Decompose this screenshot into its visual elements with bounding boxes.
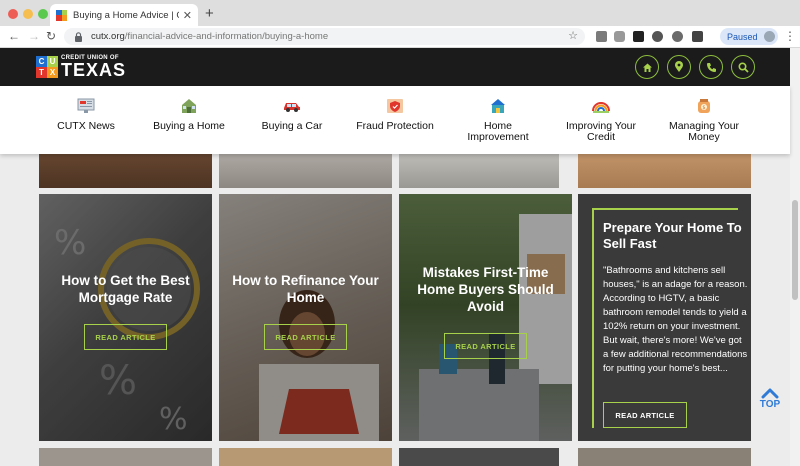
article-card[interactable]: How to Refinance Your Home READ ARTICLE: [219, 194, 392, 441]
read-article-button[interactable]: READ ARTICLE: [264, 324, 347, 350]
new-tab-icon[interactable]: +: [205, 5, 214, 22]
minimize-window-button[interactable]: [23, 9, 33, 19]
car-icon: [284, 103, 300, 112]
address-bar[interactable]: cutx.org/financial-advice-and-informatio…: [64, 28, 585, 45]
search-button[interactable]: [731, 55, 755, 79]
read-article-button[interactable]: READ ARTICLE: [84, 324, 167, 350]
back-to-top-button[interactable]: TOP: [757, 387, 783, 410]
article-card-partial[interactable]: [578, 448, 751, 466]
logo-title: TEXAS: [61, 60, 127, 80]
back-arrow-icon[interactable]: ←: [8, 29, 20, 43]
article-card[interactable]: Mistakes First-Time Home Buyers Should A…: [399, 194, 572, 441]
read-article-button[interactable]: READ ARTICLE: [444, 333, 527, 359]
nav-item-fraud-protection[interactable]: Fraud Protection: [350, 86, 440, 154]
rainbow-icon: [592, 102, 610, 113]
cutx-logo[interactable]: C U T X CREDIT UNION OF TEXAS: [36, 55, 126, 79]
home-improvement-icon: [491, 99, 505, 113]
money-jar-icon: $: [698, 99, 710, 113]
location-pin-icon: [675, 61, 683, 72]
more-menu-icon[interactable]: ⋮: [784, 29, 796, 43]
article-title[interactable]: How to Get the Best Mortgage Rate: [47, 272, 204, 306]
article-title[interactable]: How to Refinance Your Home: [227, 272, 384, 306]
bookmark-star-icon[interactable]: ☆: [568, 29, 578, 42]
profile-paused-button[interactable]: Paused: [720, 28, 778, 45]
article-grid: % % % How to Get the Best Mortgage Rate …: [0, 154, 790, 466]
lock-icon: [75, 31, 82, 42]
logo-letter: X: [47, 67, 58, 78]
nav-item-label: Buying a Car: [261, 120, 323, 132]
article-card-partial[interactable]: [39, 154, 212, 188]
home-button[interactable]: [635, 55, 659, 79]
extension-icon[interactable]: [652, 31, 663, 42]
house-icon: [182, 99, 196, 113]
category-nav: CUTX News Buying a Home Buying a Car Fra…: [0, 86, 790, 154]
read-article-button[interactable]: READ ARTICLE: [603, 402, 687, 428]
article-card-partial[interactable]: [399, 448, 559, 466]
logo-letter: C: [36, 56, 47, 67]
camera-extension-icon[interactable]: [614, 31, 625, 42]
feature-accent-line: [592, 208, 738, 210]
shield-icon: [387, 99, 403, 113]
article-card-partial[interactable]: [219, 448, 392, 466]
phone-button[interactable]: [699, 55, 723, 79]
nav-item-label: Buying a Home: [153, 120, 225, 132]
nav-item-label: Improving Your Credit: [565, 120, 637, 143]
site-header: C U T X CREDIT UNION OF TEXAS: [0, 48, 790, 86]
home-icon: [642, 63, 652, 72]
article-card-partial[interactable]: [39, 448, 212, 466]
browser-tab[interactable]: Buying a Home Advice | Credi ✕: [50, 4, 198, 26]
feature-accent-bar: [592, 208, 594, 428]
logo-letter: U: [47, 56, 58, 67]
feature-title[interactable]: Prepare Your Home To Sell Fast: [603, 220, 748, 252]
url-path: /financial-advice-and-information/buying…: [124, 31, 329, 42]
extension-icon[interactable]: [633, 31, 644, 42]
article-card[interactable]: % % % How to Get the Best Mortgage Rate …: [39, 194, 212, 441]
nav-item-buying-a-home[interactable]: Buying a Home: [144, 86, 234, 154]
nav-item-home-improvement[interactable]: Home Improvement: [458, 86, 538, 154]
nav-item-buying-a-car[interactable]: Buying a Car: [252, 86, 332, 154]
page-scrollbar[interactable]: [790, 48, 800, 466]
url-domain: cutx.org: [91, 31, 125, 42]
locations-button[interactable]: [667, 55, 691, 79]
close-window-button[interactable]: [8, 9, 18, 19]
feature-excerpt: "Bathrooms and kitchens sell houses," is…: [603, 265, 748, 374]
logo-mark: C U T X: [36, 56, 58, 78]
search-icon: [737, 61, 749, 73]
nav-item-label: Fraud Protection: [356, 120, 434, 132]
browser-toolbar: ← → ↻ cutx.org/financial-advice-and-info…: [0, 26, 800, 48]
avatar: [763, 31, 775, 42]
article-card-partial[interactable]: [399, 154, 559, 188]
nav-item-label: Home Improvement: [467, 120, 529, 143]
nav-item-label: CUTX News: [57, 120, 115, 132]
article-title[interactable]: Mistakes First-Time Home Buyers Should A…: [407, 264, 564, 315]
extension-icon[interactable]: [596, 31, 607, 42]
maximize-window-button[interactable]: [38, 9, 48, 19]
nav-item-cutx-news[interactable]: CUTX News: [46, 86, 126, 154]
forward-arrow-icon[interactable]: →: [28, 29, 40, 43]
extension-icon[interactable]: [672, 31, 683, 42]
logo-letter: T: [36, 67, 47, 78]
scrollbar-thumb[interactable]: [792, 200, 798, 300]
url-text: cutx.org/financial-advice-and-informatio…: [91, 31, 328, 42]
nav-item-improving-your-credit[interactable]: Improving Your Credit: [556, 86, 646, 154]
top-label: TOP: [759, 399, 781, 410]
featured-article-card[interactable]: Prepare Your Home To Sell Fast "Bathroom…: [578, 194, 751, 441]
article-card-partial[interactable]: [219, 154, 392, 188]
profile-status: Paused: [727, 31, 758, 42]
tab-close-icon[interactable]: ✕: [183, 9, 192, 22]
extension-icon[interactable]: [692, 31, 703, 42]
reload-icon[interactable]: ↻: [46, 29, 56, 43]
svg-text:$: $: [702, 105, 705, 111]
news-monitor-icon: [77, 98, 95, 113]
chevron-up-icon: [761, 388, 779, 399]
site-favicon-icon: [56, 9, 67, 21]
tab-title: Buying a Home Advice | Credi: [73, 9, 179, 21]
browser-tab-bar: Buying a Home Advice | Credi ✕ +: [0, 0, 800, 26]
article-card-partial[interactable]: [578, 154, 751, 188]
nav-item-label: Managing Your Money: [668, 120, 740, 143]
phone-icon: [706, 62, 716, 72]
nav-item-managing-your-money[interactable]: $ Managing Your Money: [662, 86, 746, 154]
